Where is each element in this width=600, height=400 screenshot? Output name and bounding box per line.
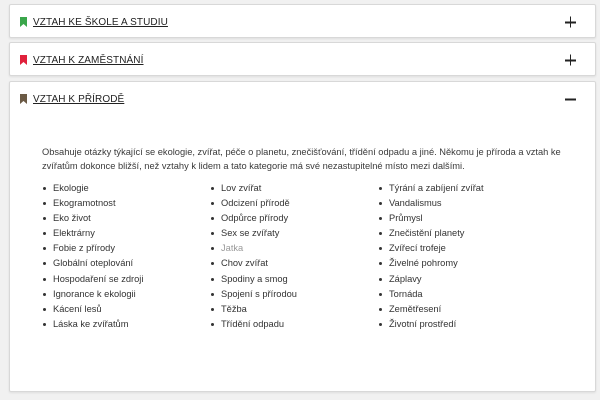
topic-item: Globální oteplování [42,256,210,271]
topic-item: Jatka [210,241,378,256]
accordion-body-nature: Obsahuje otázky týkající se ekologie, zv… [10,145,595,332]
topic-column-3: Týrání a zabíjení zvířat Vandalismus Průmy… [378,181,546,332]
expand-plus-icon[interactable] [565,54,576,66]
topic-item: Ignorance k ekologii [42,287,210,302]
accordion-section-school: Vztah ke škole a studiu [9,4,596,38]
topic-item: Tornáda [378,287,546,302]
topic-columns: Ekologie Ekogramotnost Eko život Elektrárny… [42,181,575,332]
topic-item: Týrání a zabíjení zvířat [378,181,546,196]
topic-item: Kácení lesů [42,302,210,317]
topic-item: Sex se zvířaty [210,226,378,241]
topic-item: Eko život [42,211,210,226]
accordion-header-school[interactable]: Vztah ke škole a studiu [10,5,595,39]
bookmark-icon [20,55,27,65]
accordion-header-nature[interactable]: Vztah k přírodě [10,82,595,116]
topic-item: Třídění odpadu [210,317,378,332]
topic-item: Spojení s přírodou [210,287,378,302]
topic-item: Znečistění planety [378,226,546,241]
topic-item: Fobie z přírody [42,241,210,256]
topic-item: Láska ke zvířatům [42,317,210,332]
section-title-school[interactable]: Vztah ke škole a studiu [33,17,168,28]
topic-item: Životní prostředí [378,317,546,332]
section-title-work[interactable]: Vztah k zaměstnání [33,55,144,66]
topic-item: Zvířecí trofeje [378,241,546,256]
topic-item: Zemětřesení [378,302,546,317]
topic-item: Hospodaření se zdroji [42,272,210,287]
accordion-header-work[interactable]: Vztah k zaměstnání [10,43,595,77]
accordion-section-work: Vztah k zaměstnání [9,42,596,76]
topic-column-1: Ekologie Ekogramotnost Eko život Elektrárny… [42,181,210,332]
topic-item: Elektrárny [42,226,210,241]
section-description: Obsahuje otázky týkající se ekologie, zv… [42,147,561,171]
topic-item: Průmysl [378,211,546,226]
topic-item: Chov zvířat [210,256,378,271]
collapse-minus-icon[interactable] [565,94,576,105]
topic-item: Ekologie [42,181,210,196]
section-title-nature[interactable]: Vztah k přírodě [33,94,124,105]
topic-item: Vandalismus [378,196,546,211]
topic-item: Spodiny a smog [210,272,378,287]
topic-item: Záplavy [378,272,546,287]
topic-item: Živelné pohromy [378,256,546,271]
expand-plus-icon[interactable] [565,16,576,28]
topic-item: Ekogramotnost [42,196,210,211]
topic-item: Odpůrce přírody [210,211,378,226]
bookmark-icon [20,17,27,27]
topic-column-2: Lov zvířat Odcizení přírodě Odpůrce přírod… [210,181,378,332]
accordion-section-nature: Vztah k přírodě Obsahuje otázky týkající… [9,81,596,392]
topic-item: Těžba [210,302,378,317]
topic-item: Odcizení přírodě [210,196,378,211]
bookmark-icon [20,94,27,104]
topic-item: Lov zvířat [210,181,378,196]
